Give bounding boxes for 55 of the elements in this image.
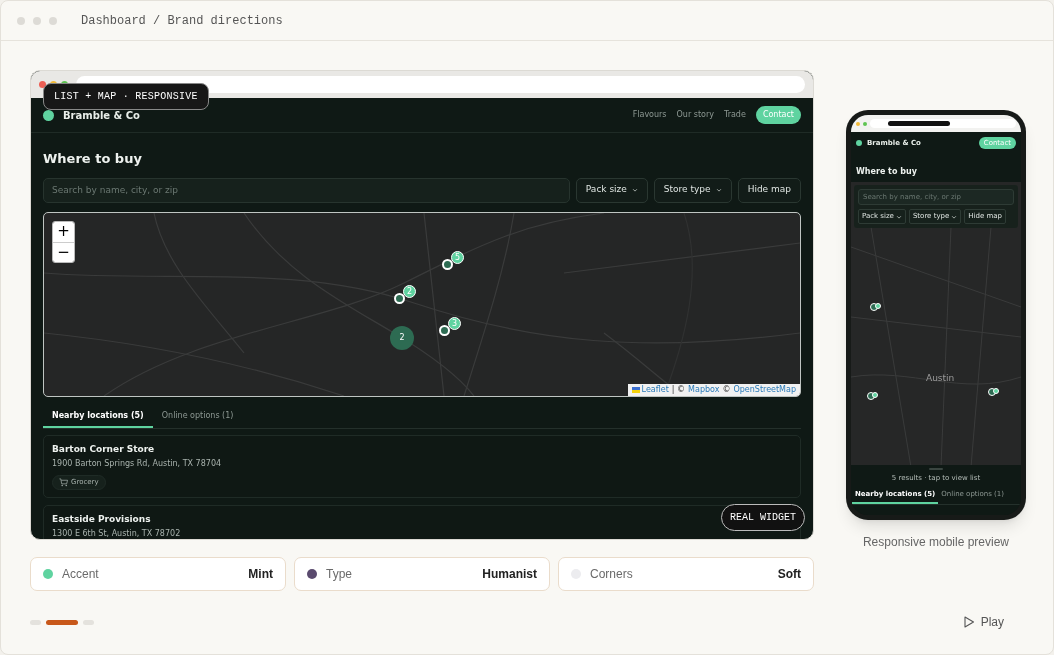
address-bar[interactable] — [76, 76, 805, 93]
map-label: Austin — [926, 372, 955, 385]
phone-address-bar[interactable] — [870, 119, 1016, 128]
sheet-handle-icon[interactable] — [929, 468, 943, 470]
cart-icon — [59, 477, 68, 487]
breadcrumb: Dashboard / Brand directions — [81, 12, 283, 30]
store-address: 1900 Barton Springs Rd, Austin, TX 78704 — [52, 458, 222, 470]
zoom-out-button[interactable]: − — [53, 241, 74, 262]
zoom-in-button[interactable]: + — [53, 221, 74, 242]
map-marker-icon — [870, 303, 883, 312]
chevron-down-icon — [895, 213, 902, 220]
flag-icon — [631, 386, 640, 393]
attribution-text: © — [722, 383, 731, 396]
play-button[interactable]: Play — [962, 613, 1004, 631]
setting-card[interactable]: Type Humanist — [294, 557, 550, 591]
nav-link[interactable]: Trade — [723, 109, 746, 121]
store-name: Eastside Provisions — [52, 512, 151, 526]
chevron-down-icon — [631, 187, 638, 193]
attribution-text: | © — [671, 383, 686, 396]
setting-label: Accent — [62, 566, 99, 583]
filter-dropdown[interactable]: Pack size — [575, 177, 648, 203]
play-icon — [962, 616, 975, 628]
search-field[interactable]: Search by name, city, or zip — [43, 177, 570, 203]
setting-value: Humanist — [482, 566, 537, 583]
leaflet-link[interactable]: Leaflet — [631, 383, 669, 396]
setting-value: Soft — [777, 566, 801, 583]
chevron-down-icon — [951, 213, 958, 220]
window-dots-icon — [17, 16, 57, 25]
page-heading: Where to buy — [855, 166, 918, 178]
brand-name[interactable]: Bramble & Co — [63, 107, 140, 123]
setting-label: Corners — [590, 566, 633, 583]
nav-link[interactable]: Our story — [676, 109, 714, 121]
store-address: 1300 E 6th St, Austin, TX 78702 — [52, 528, 181, 539]
real-widget-badge: REAL WIDGET — [721, 504, 805, 531]
tab[interactable]: Nearby locations (5) — [43, 406, 153, 428]
map-marker-icon — [988, 388, 1001, 397]
openstreetmap-link[interactable]: OpenStreetMap — [733, 383, 796, 396]
setting-card[interactable]: Accent Mint — [30, 557, 286, 591]
setting-card[interactable]: Corners Soft — [558, 557, 814, 591]
filter-dropdown[interactable]: Store type — [653, 177, 732, 203]
preview-caption: Responsive mobile preview — [862, 534, 1010, 551]
layout-label-tooltip: LIST + MAP · RESPONSIVE — [43, 83, 209, 110]
hide-map-button[interactable]: Hide map — [737, 177, 801, 203]
page-heading: Where to buy — [43, 150, 143, 168]
map-marker-icon — [867, 392, 880, 401]
map[interactable]: + − 5 2 3 2 Leaflet | © Mapbox © OpenStreetMap — [43, 211, 801, 397]
page-indicator[interactable] — [46, 619, 78, 625]
chevron-down-icon — [715, 187, 722, 193]
map-cluster[interactable]: 2 — [390, 325, 414, 350]
setting-label: Type — [326, 566, 352, 583]
setting-value: Mint — [248, 566, 273, 583]
nav-link[interactable]: Flavours — [632, 109, 667, 121]
mapbox-link[interactable]: Mapbox — [688, 383, 720, 396]
tab[interactable]: Online options (1) — [152, 406, 243, 428]
store-name: Barton Corner Store — [52, 442, 155, 456]
